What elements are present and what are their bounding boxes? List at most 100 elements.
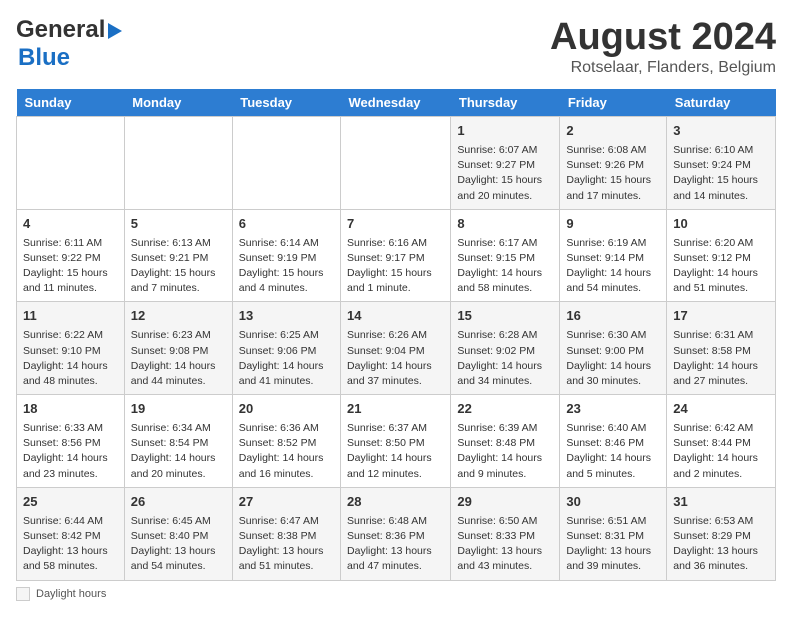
day-number: 27 [239, 493, 334, 512]
cell-content-line: Daylight: 15 hours and 1 minute. [347, 266, 444, 296]
cell-content-line: Daylight: 14 hours and 41 minutes. [239, 359, 334, 389]
cell-content-line: Sunset: 9:26 PM [566, 158, 660, 173]
day-number: 11 [23, 307, 118, 326]
cell-content-line: Sunset: 9:24 PM [673, 158, 769, 173]
cell-content-line: Daylight: 13 hours and 51 minutes. [239, 544, 334, 574]
calendar-cell: 24Sunrise: 6:42 AMSunset: 8:44 PMDayligh… [667, 395, 776, 488]
day-number: 31 [673, 493, 769, 512]
cell-content-line: Daylight: 14 hours and 9 minutes. [457, 451, 553, 481]
cell-content-line: Sunset: 8:56 PM [23, 436, 118, 451]
cell-content-line: Sunset: 9:19 PM [239, 251, 334, 266]
cell-content-line: Sunset: 8:33 PM [457, 529, 553, 544]
calendar-cell: 10Sunrise: 6:20 AMSunset: 9:12 PMDayligh… [667, 209, 776, 302]
cell-content-line: Sunrise: 6:08 AM [566, 143, 660, 158]
day-header-monday: Monday [124, 89, 232, 117]
day-header-wednesday: Wednesday [341, 89, 451, 117]
cell-content-line: Daylight: 13 hours and 47 minutes. [347, 544, 444, 574]
cell-content-line: Sunrise: 6:13 AM [131, 236, 226, 251]
day-number: 10 [673, 215, 769, 234]
calendar-cell: 11 Sunrise: 6:22 AMSunset: 9:10 PMDayligh… [17, 302, 125, 395]
calendar-cell [232, 117, 340, 210]
logo-general: General [16, 16, 105, 44]
day-number: 2 [566, 122, 660, 141]
cell-content-line: Sunrise: 6:16 AM [347, 236, 444, 251]
day-number: 6 [239, 215, 334, 234]
cell-content-line: Sunset: 8:54 PM [131, 436, 226, 451]
cell-content-line: Sunset: 8:38 PM [239, 529, 334, 544]
calendar-week-row: 25Sunrise: 6:44 AMSunset: 8:42 PMDayligh… [17, 487, 776, 580]
cell-content-line: Sunrise: 6:33 AM [23, 421, 118, 436]
cell-content-line: Daylight: 14 hours and 23 minutes. [23, 451, 118, 481]
calendar-cell: 9Sunrise: 6:19 AMSunset: 9:14 PMDaylight… [560, 209, 667, 302]
day-number: 30 [566, 493, 660, 512]
cell-content-line: Sunrise: 6:22 AM [23, 328, 118, 343]
cell-content-line: Sunrise: 6:36 AM [239, 421, 334, 436]
cell-content-line: Daylight: 14 hours and 48 minutes. [23, 359, 118, 389]
cell-content-line: Sunset: 9:06 PM [239, 344, 334, 359]
cell-content-line: Daylight: 14 hours and 58 minutes. [457, 266, 553, 296]
cell-content-line: Sunrise: 6:26 AM [347, 328, 444, 343]
cell-content-line: Daylight: 14 hours and 30 minutes. [566, 359, 660, 389]
cell-content-line: Daylight: 13 hours and 58 minutes. [23, 544, 118, 574]
title-area: August 2024 Rotselaar, Flanders, Belgium [550, 16, 776, 77]
cell-content-line: Sunrise: 6:39 AM [457, 421, 553, 436]
month-title: August 2024 [550, 16, 776, 59]
calendar-cell: 8Sunrise: 6:17 AMSunset: 9:15 PMDaylight… [451, 209, 560, 302]
day-header-sunday: Sunday [17, 89, 125, 117]
calendar-cell: 5Sunrise: 6:13 AMSunset: 9:21 PMDaylight… [124, 209, 232, 302]
calendar-cell: 2 Sunrise: 6:08 AMSunset: 9:26 PMDaylight… [560, 117, 667, 210]
cell-content-line: Sunrise: 6:23 AM [131, 328, 226, 343]
cell-content-line: Sunrise: 6:42 AM [673, 421, 769, 436]
calendar-cell: 4Sunrise: 6:11 AMSunset: 9:22 PMDaylight… [17, 209, 125, 302]
location-title: Rotselaar, Flanders, Belgium [550, 59, 776, 77]
cell-content-line: Daylight: 13 hours and 54 minutes. [131, 544, 226, 574]
calendar-week-row: 11Sunrise: 6:22 AMSunset: 9:10 PMDayligh… [17, 302, 776, 395]
calendar-cell: 21Sunrise: 6:37 AMSunset: 8:50 PMDayligh… [341, 395, 451, 488]
logo: General Blue [16, 16, 122, 72]
day-number: 3 [673, 122, 769, 141]
day-number: 16 [566, 307, 660, 326]
day-number: 28 [347, 493, 444, 512]
day-number: 14 [347, 307, 444, 326]
cell-content-line: Daylight: 14 hours and 16 minutes. [239, 451, 334, 481]
cell-content-line: Sunrise: 6:17 AM [457, 236, 553, 251]
cell-content-line: Sunset: 8:42 PM [23, 529, 118, 544]
cell-content-line: Sunset: 8:29 PM [673, 529, 769, 544]
calendar-cell: 29Sunrise: 6:50 AMSunset: 8:33 PMDayligh… [451, 487, 560, 580]
cell-content-line: Daylight: 14 hours and 37 minutes. [347, 359, 444, 389]
calendar-body: 1Sunrise: 6:07 AMSunset: 9:27 PMDaylight… [17, 117, 776, 581]
day-number: 4 [23, 215, 118, 234]
cell-content-line: Daylight: 15 hours and 17 minutes. [566, 173, 660, 203]
cell-content-line: Sunrise: 6:07 AM [457, 143, 553, 158]
cell-content-line: Daylight: 15 hours and 20 minutes. [457, 173, 553, 203]
cell-content-line: Sunset: 9:00 PM [566, 344, 660, 359]
cell-content-line: Sunset: 9:27 PM [457, 158, 553, 173]
calendar-cell: 18Sunrise: 6:33 AMSunset: 8:56 PMDayligh… [17, 395, 125, 488]
day-number: 20 [239, 400, 334, 419]
cell-content-line: Daylight: 14 hours and 34 minutes. [457, 359, 553, 389]
daylight-label: Daylight hours [36, 588, 106, 600]
day-number: 5 [131, 215, 226, 234]
cell-content-line: Sunrise: 6:51 AM [566, 514, 660, 529]
cell-content-line: Sunset: 9:04 PM [347, 344, 444, 359]
cell-content-line: Sunrise: 6:44 AM [23, 514, 118, 529]
calendar-header-row: SundayMondayTuesdayWednesdayThursdayFrid… [17, 89, 776, 117]
cell-content-line: Daylight: 13 hours and 43 minutes. [457, 544, 553, 574]
day-number: 21 [347, 400, 444, 419]
cell-content-line: Sunrise: 6:53 AM [673, 514, 769, 529]
calendar-cell: 6Sunrise: 6:14 AMSunset: 9:19 PMDaylight… [232, 209, 340, 302]
calendar-cell: 20Sunrise: 6:36 AMSunset: 8:52 PMDayligh… [232, 395, 340, 488]
cell-content-line: Daylight: 14 hours and 2 minutes. [673, 451, 769, 481]
cell-content-line: Sunset: 9:21 PM [131, 251, 226, 266]
header: General Blue August 2024 Rotselaar, Flan… [16, 16, 776, 77]
day-number: 19 [131, 400, 226, 419]
day-number: 23 [566, 400, 660, 419]
cell-content-line: Sunset: 8:48 PM [457, 436, 553, 451]
calendar-cell: 26Sunrise: 6:45 AMSunset: 8:40 PMDayligh… [124, 487, 232, 580]
calendar-cell: 14 Sunrise: 6:26 AMSunset: 9:04 PMDayligh… [341, 302, 451, 395]
cell-content-line: Sunrise: 6:48 AM [347, 514, 444, 529]
cell-content-line: Sunset: 9:14 PM [566, 251, 660, 266]
cell-content-line: Sunset: 9:17 PM [347, 251, 444, 266]
cell-content-line: Sunset: 8:40 PM [131, 529, 226, 544]
cell-content-line: Sunset: 9:10 PM [23, 344, 118, 359]
